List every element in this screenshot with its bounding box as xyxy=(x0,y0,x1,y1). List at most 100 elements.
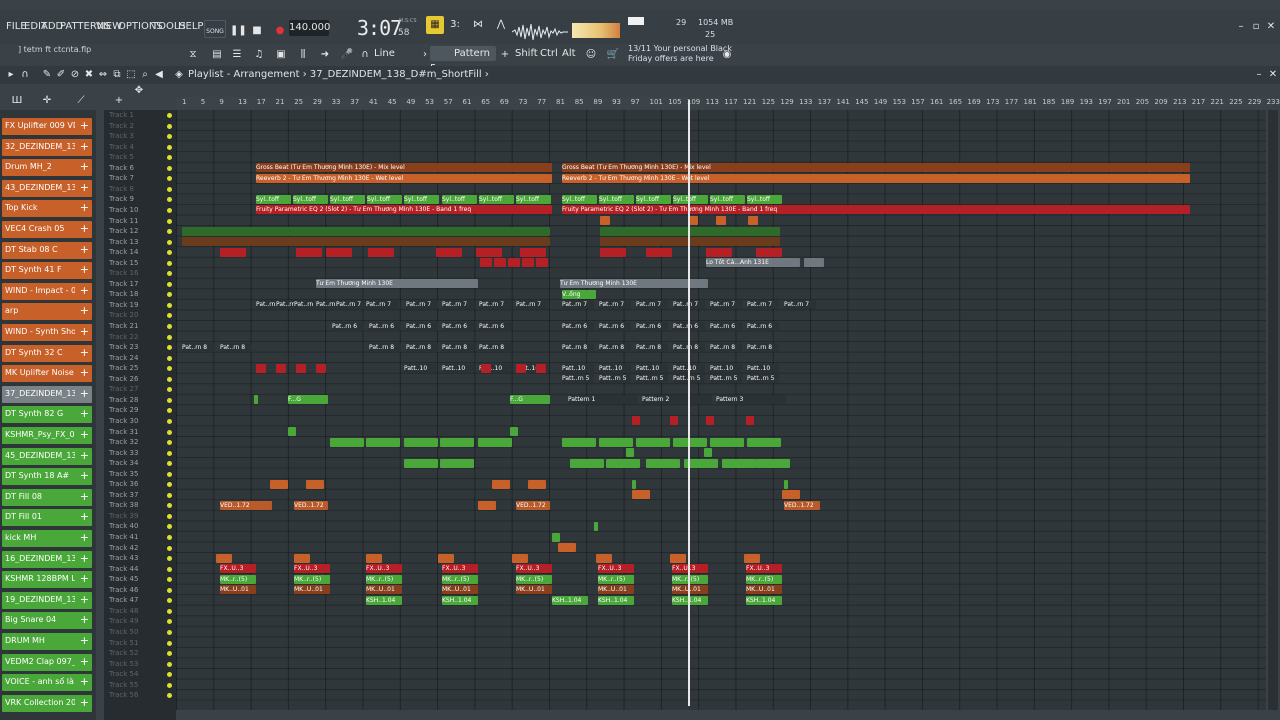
playlist-clip[interactable]: Pat..rn 7 xyxy=(747,300,779,310)
playlist-clip[interactable] xyxy=(636,437,670,447)
track-label[interactable]: Track 6 xyxy=(109,164,134,172)
channel-button[interactable]: MK Uplifter Noise 01 + xyxy=(2,365,92,383)
channel-plus-icon[interactable]: + xyxy=(80,572,89,585)
playlist-clip[interactable]: Pat..rn 6 xyxy=(562,321,594,331)
channel-button[interactable]: Top Kick + xyxy=(2,200,92,218)
playlist-clip[interactable]: Pat..rn 8 xyxy=(369,342,401,352)
playlist-clip[interactable] xyxy=(288,427,296,436)
track-mute-led[interactable] xyxy=(167,207,172,213)
track-mute-led[interactable] xyxy=(167,144,172,150)
track-label[interactable]: Track 39 xyxy=(109,512,138,520)
playlist-clip[interactable]: MK..r..(5) xyxy=(294,574,330,584)
maximize-icon[interactable]: ▫ xyxy=(1249,20,1263,34)
playlist-clip[interactable] xyxy=(508,258,520,268)
browser-icon[interactable]: ▤ xyxy=(210,48,224,62)
channel-button[interactable]: 16_DEZINDEM_138_A... + xyxy=(2,550,92,568)
arrangement-grid[interactable]: Gross Beat (Tư Em Thương Mình 130E) - Mi… xyxy=(176,110,1266,710)
track-label[interactable]: Track 54 xyxy=(109,670,138,678)
track-mute-led[interactable] xyxy=(167,376,172,382)
alt-modifier[interactable]: Alt xyxy=(562,48,576,59)
playlist-clip[interactable] xyxy=(182,237,550,247)
track-mute-led[interactable] xyxy=(167,598,172,604)
playlist-clip[interactable]: Pat..rn 8 xyxy=(406,342,438,352)
track-mute-led[interactable] xyxy=(167,440,172,446)
playlist-clip[interactable]: F...G xyxy=(288,395,328,405)
channel-button[interactable]: 32_DEZINDEM_138_G... + xyxy=(2,138,92,156)
track-label[interactable]: Track 53 xyxy=(109,660,138,668)
playlist-clip[interactable] xyxy=(480,258,492,268)
playlist-clip[interactable] xyxy=(558,543,576,553)
track-label[interactable]: Track 4 xyxy=(109,143,134,151)
playlist-clip[interactable] xyxy=(606,458,640,468)
playlist-clip[interactable] xyxy=(632,490,650,500)
slip-icon[interactable]: ⇔ xyxy=(96,68,110,82)
playlist-clip[interactable] xyxy=(476,247,502,257)
metronome-icon[interactable]: ⋀ xyxy=(494,18,508,32)
slice-icon[interactable]: ⧉ xyxy=(110,68,124,82)
microphone-icon[interactable]: 🎤 xyxy=(340,48,354,62)
channel-plus-icon[interactable]: + xyxy=(80,469,89,482)
playlist-clip[interactable]: Syl..toff xyxy=(516,194,551,204)
channel-plus-icon[interactable]: + xyxy=(80,490,89,503)
playlist-clip[interactable] xyxy=(510,427,518,436)
cart-icon[interactable]: 🛒 xyxy=(606,48,620,62)
playlist-clip[interactable]: Patt..10 xyxy=(562,363,594,373)
track-mute-led[interactable] xyxy=(167,556,172,562)
playlist-clip[interactable] xyxy=(478,500,496,510)
track-mute-led[interactable] xyxy=(167,397,172,403)
magnet-icon[interactable]: ∩ xyxy=(358,48,372,62)
channel-plus-icon[interactable]: + xyxy=(80,552,89,565)
channel-plus-icon[interactable]: + xyxy=(80,675,89,688)
track-mute-led[interactable] xyxy=(167,503,172,509)
playlist-clip[interactable]: Syl..toff xyxy=(256,194,291,204)
channel-plus-icon[interactable]: + xyxy=(80,613,89,626)
channel-button[interactable]: DT Synth 18 A# + xyxy=(2,468,92,486)
track-label[interactable]: Track 40 xyxy=(109,522,138,530)
channel-plus-icon[interactable]: + xyxy=(80,655,89,668)
playlist-clip[interactable]: Pat..rn 6 xyxy=(747,321,779,331)
playlist-clip[interactable] xyxy=(632,416,640,426)
playlist-clip[interactable]: Pat..rn 7 xyxy=(336,300,368,310)
shift-modifier[interactable]: Shift xyxy=(515,48,538,59)
track-mute-led[interactable] xyxy=(167,450,172,456)
playlist-minimize-icon[interactable]: – xyxy=(1252,68,1266,82)
track-mute-led[interactable] xyxy=(167,302,172,308)
track-label[interactable]: Track 12 xyxy=(109,227,138,235)
playlist-clip[interactable]: Syl..toff xyxy=(673,194,708,204)
playlist-clip[interactable]: MK..U..01 xyxy=(672,585,708,595)
track-mute-led[interactable] xyxy=(167,345,172,351)
track-label[interactable]: Track 28 xyxy=(109,396,138,404)
playlist-clip[interactable]: MK..r..(5) xyxy=(366,574,402,584)
playlist-clip[interactable] xyxy=(594,521,598,531)
track-label[interactable]: Track 50 xyxy=(109,628,138,636)
channel-button[interactable]: VOICE - anh số là m... + xyxy=(2,674,92,692)
playlist-clip[interactable]: MK..U..01 xyxy=(366,585,402,595)
track-label[interactable]: Track 19 xyxy=(109,301,138,309)
playlist-clip[interactable]: Pat..rn 8 xyxy=(479,342,511,352)
channel-button[interactable]: WIND - Synth Shot 91... + xyxy=(2,324,92,341)
playlist-clip[interactable]: FX..U..3 xyxy=(516,564,552,574)
playlist-clip[interactable] xyxy=(366,553,382,563)
playlist-clip[interactable] xyxy=(438,553,454,563)
track-label[interactable]: Track 56 xyxy=(109,691,138,699)
track-mute-led[interactable] xyxy=(167,387,172,393)
playlist-clip[interactable]: MK..U..01 xyxy=(220,585,256,595)
channel-button[interactable]: WIND - Impact - 01 + xyxy=(2,282,92,300)
track-label[interactable]: Track 29 xyxy=(109,406,138,414)
channel-plus-icon[interactable]: + xyxy=(80,222,89,235)
track-label[interactable]: Track 47 xyxy=(109,596,138,604)
channel-button[interactable]: DT Synth 41 F + xyxy=(2,262,92,280)
song-mode-toggle[interactable]: SONG xyxy=(204,20,226,38)
playlist-clip[interactable]: Syl..toff xyxy=(330,194,365,204)
playlist-clip[interactable] xyxy=(330,437,364,447)
playlist-clip[interactable] xyxy=(600,237,780,247)
track-label[interactable]: Track 36 xyxy=(109,480,138,488)
playlist-clip[interactable]: Syl..toff xyxy=(599,194,634,204)
playlist-clip[interactable] xyxy=(562,437,596,447)
playlist-clip[interactable]: Patt..10 xyxy=(599,363,631,373)
menu-help[interactable]: HELP xyxy=(178,21,203,32)
delete-icon[interactable]: ⊘ xyxy=(68,68,82,82)
playlist-clip[interactable] xyxy=(600,226,780,236)
snap-mode-label[interactable]: Line xyxy=(374,48,395,59)
track-label[interactable]: Track 5 xyxy=(109,153,134,161)
